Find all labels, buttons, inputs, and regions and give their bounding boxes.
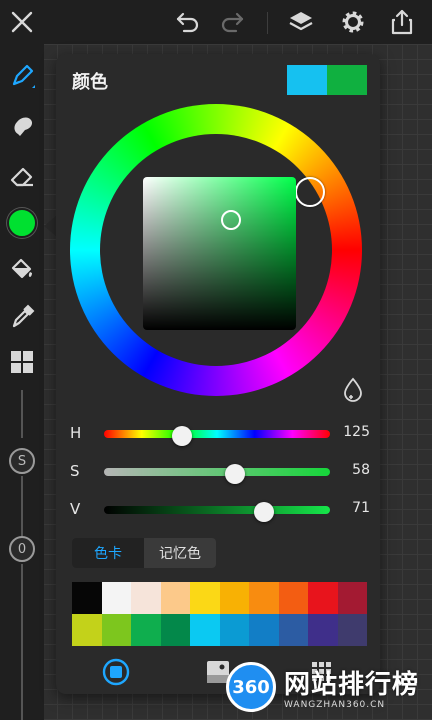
wheel-mode-icon[interactable] [100,656,132,688]
panel-title: 颜色 [72,72,108,93]
opacity-slider-label: 0 [17,541,27,557]
watermark-subtext: WANGZHAN360.CN [284,700,386,710]
saturation-value-square[interactable] [143,177,296,330]
palette-row-2 [72,614,367,646]
eyedropper-icon[interactable] [6,300,38,332]
color-palette [72,582,367,646]
hue-value: 125 [343,424,370,440]
tool-sidebar: S 0 [0,44,44,720]
settings-icon[interactable] [337,6,369,38]
palette-swatch[interactable] [308,582,338,614]
palette-swatch[interactable] [249,582,279,614]
palette-swatch[interactable] [190,614,220,646]
palette-swatch[interactable] [278,614,308,646]
palette-swatch[interactable] [131,582,161,614]
palette-swatch[interactable] [219,614,249,646]
palette-swatch[interactable] [160,582,190,614]
palette-tabs: 色卡 记忆色 [72,538,216,568]
palette-swatch[interactable] [308,614,338,646]
palette-swatch[interactable] [219,582,249,614]
color-drop-icon[interactable] [341,376,365,402]
smudge-icon[interactable] [6,110,38,142]
toolbar-divider [267,12,268,34]
size-slider-knob[interactable]: S [9,448,35,474]
palette-swatch[interactable] [337,614,367,646]
grid-icon[interactable] [6,346,38,378]
palette-swatch[interactable] [249,614,279,646]
opacity-slider-track[interactable] [21,476,23,536]
palette-swatch[interactable] [160,614,190,646]
hue-track[interactable] [104,426,330,446]
sv-handle[interactable] [221,210,241,230]
hue-wheel-handle[interactable] [295,177,325,207]
opacity-slider-knob[interactable]: 0 [9,536,35,562]
size-slider-label: S [17,453,27,469]
hue-row: H 125 [70,424,370,446]
opacity-slider-track-lower[interactable] [21,564,23,720]
value-knob[interactable] [254,502,275,522]
current-color-preview[interactable] [327,65,367,95]
saturation-row: S 58 [70,462,370,484]
watermark-badge: 360 [226,662,276,712]
hue-knob[interactable] [172,426,193,446]
value-row: V 71 [70,500,370,522]
saturation-knob[interactable] [225,464,246,484]
fill-icon[interactable] [6,254,38,286]
popup-arrow [44,216,56,236]
size-slider-track[interactable] [21,390,23,438]
palette-swatch[interactable] [72,614,102,646]
hue-label: H [70,424,82,442]
value-track[interactable] [104,502,330,522]
close-icon[interactable] [6,6,38,38]
watermark: 360 网站排行榜 WANGZHAN360.CN [222,660,432,720]
saturation-value: 58 [352,462,370,478]
value-value: 71 [352,500,370,516]
palette-swatch[interactable] [101,582,131,614]
value-label: V [70,500,81,518]
tab-swatches[interactable]: 色卡 [72,538,144,568]
palette-swatch[interactable] [101,614,131,646]
current-color-swatch[interactable] [7,208,37,238]
redo-icon[interactable] [216,6,248,38]
palette-swatch[interactable] [131,614,161,646]
palette-swatch[interactable] [190,582,220,614]
color-panel: 颜色 H 125 S 58 V 71 色卡 记忆色 [56,54,380,694]
tab-history[interactable]: 记忆色 [144,538,216,568]
eraser-icon[interactable] [6,160,38,192]
saturation-track[interactable] [104,464,330,484]
palette-swatch[interactable] [337,582,367,614]
palette-row-1 [72,582,367,614]
saturation-label: S [70,462,80,480]
layers-icon[interactable] [285,6,317,38]
brush-icon[interactable] [6,60,38,92]
share-icon[interactable] [386,6,418,38]
undo-icon[interactable] [172,6,204,38]
palette-swatch[interactable] [278,582,308,614]
palette-swatch[interactable] [72,582,102,614]
watermark-text: 网站排行榜 [284,670,420,700]
top-toolbar [0,0,432,44]
previous-color-swatch[interactable] [287,65,327,95]
